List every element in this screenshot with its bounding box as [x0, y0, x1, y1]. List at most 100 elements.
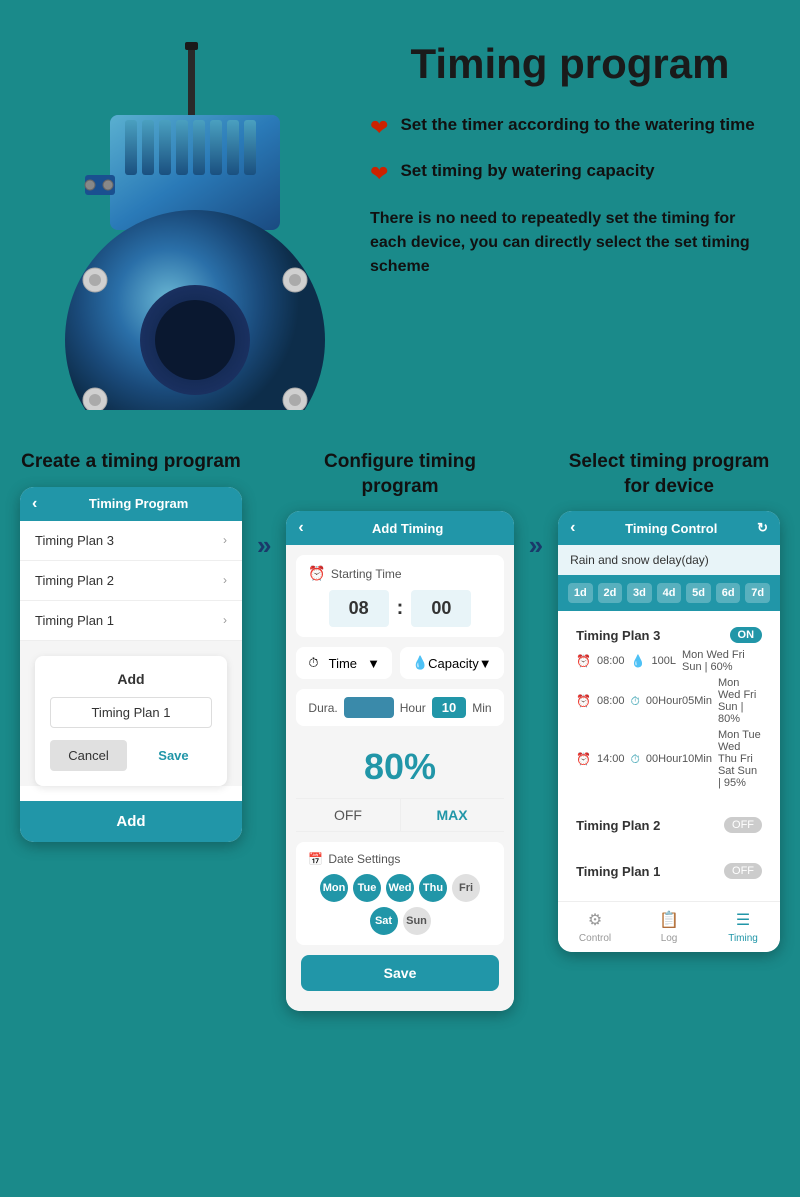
entry-days-3: Mon Tue Wed Thu Fri Sat Sun | 95% — [718, 729, 762, 789]
double-arrow-2: » — [529, 530, 543, 561]
delay-5d[interactable]: 5d — [686, 583, 711, 603]
day-sat[interactable]: Sat — [370, 907, 398, 935]
day-sun[interactable]: Sun — [403, 907, 431, 935]
entry-clock-3: ⏰ — [576, 752, 591, 766]
phone-2-header: ‹ Add Timing — [286, 511, 513, 545]
nav-timing-label: Timing — [728, 933, 758, 944]
day-thu[interactable]: Thu — [419, 874, 447, 902]
timing-plan-3-item: Timing Plan 3 ON ⏰ 08:00 💧 100L Mon Wed … — [566, 619, 772, 801]
rain-delay-bar: Rain and snow delay(day) — [558, 545, 780, 575]
add-dialog-buttons: Cancel Save — [50, 740, 212, 771]
delay-2d[interactable]: 2d — [598, 583, 623, 603]
nav-control[interactable]: ⚙ Control — [558, 910, 632, 944]
date-settings-section: 📅 Date Settings Mon Tue Wed Thu Fri Sat … — [296, 842, 503, 945]
plan-2-toggle[interactable]: OFF — [724, 817, 762, 833]
mode-capacity-label: Capacity — [428, 656, 479, 671]
entry-days-2: Mon Wed Fri Sun | 80% — [718, 677, 762, 725]
minute-box[interactable]: 00 — [411, 590, 471, 627]
off-max-row: OFF MAX — [296, 798, 503, 832]
plan-3-entry-1: ⏰ 08:00 💧 100L Mon Wed Fri Sun | 60% — [576, 649, 762, 673]
mode-time-select[interactable]: ⏱ Time ▼ — [296, 647, 392, 679]
plan-1-header: Timing Plan 1 OFF — [576, 863, 762, 879]
hour-label: Hour — [400, 701, 426, 715]
entry-cap-3: ⏱ — [631, 752, 640, 767]
delay-3d[interactable]: 3d — [627, 583, 652, 603]
nav-log[interactable]: 📋 Log — [632, 910, 706, 944]
entry-clock-1: ⏰ — [576, 654, 591, 668]
right-content: Timing program ❤ Set the timer according… — [350, 30, 770, 279]
bullet-item-1: ❤ Set the timer according to the waterin… — [370, 113, 770, 141]
entry-time-2: 08:00 — [597, 695, 625, 707]
delay-1d[interactable]: 1d — [568, 583, 593, 603]
back-arrow-3[interactable]: ‹ — [570, 519, 575, 537]
day-wed[interactable]: Wed — [386, 874, 414, 902]
cancel-button[interactable]: Cancel — [50, 740, 127, 771]
percent-display: 80% — [296, 736, 503, 798]
arrow-2: » — [529, 450, 543, 561]
plan-3-entry-3: ⏰ 14:00 ⏱ 00Hour10Min Mon Tue Wed Thu Fr… — [576, 729, 762, 789]
heart-icon-2: ❤ — [370, 161, 388, 187]
entry-detail-1: 100L — [652, 655, 676, 667]
day-mon[interactable]: Mon — [320, 874, 348, 902]
day-fri[interactable]: Fri — [452, 874, 480, 902]
phone-1-header: ‹ Timing Program — [20, 487, 242, 521]
entry-days-1: Mon Wed Fri Sun | 60% — [682, 649, 762, 673]
delay-7d[interactable]: 7d — [745, 583, 770, 603]
dura-label: Dura. — [308, 701, 337, 715]
back-arrow-2[interactable]: ‹ — [298, 519, 303, 537]
bottom-section: Create a timing program ‹ Timing Program… — [0, 430, 800, 1041]
refresh-icon[interactable]: ↻ — [757, 520, 768, 536]
off-button[interactable]: OFF — [296, 799, 400, 831]
mode-time-icon: ⏱ — [308, 655, 318, 671]
nav-timing[interactable]: ☰ Timing — [706, 910, 780, 944]
calendar-icon: 📅 — [308, 852, 323, 866]
list-item-3[interactable]: Timing Plan 1 › — [20, 601, 242, 641]
nav-control-label: Control — [579, 933, 611, 944]
plan-2-name: Timing Plan 2 — [576, 818, 660, 833]
list-item-2[interactable]: Timing Plan 2 › — [20, 561, 242, 601]
save-timing-button[interactable]: Save — [301, 955, 498, 991]
nav-log-label: Log — [661, 933, 678, 944]
mode-capacity-select[interactable]: 💧 Capacity ▼ — [400, 647, 504, 679]
dura-value[interactable] — [344, 697, 394, 718]
device-image — [30, 30, 350, 410]
add-dialog-input[interactable] — [50, 697, 212, 728]
add-bottom-button[interactable]: Add — [20, 801, 242, 842]
list-item-1-label: Timing Plan 3 — [35, 533, 114, 548]
phone-3-title: Timing Control — [585, 521, 757, 536]
delay-6d[interactable]: 6d — [716, 583, 741, 603]
phone-3-mockup: ‹ Timing Control ↻ Rain and snow delay(d… — [558, 511, 780, 952]
day-tue[interactable]: Tue — [353, 874, 381, 902]
clock-icon: ⏰ — [308, 565, 325, 582]
arrow-1: » — [257, 450, 271, 561]
plan-1-toggle[interactable]: OFF — [724, 863, 762, 879]
step-2-title: Configure timing program — [286, 450, 513, 499]
top-section: Timing program ❤ Set the timer according… — [0, 0, 800, 430]
hour-box[interactable]: 08 — [329, 590, 389, 627]
entry-time-3: 14:00 — [597, 753, 625, 765]
step-3-col: Select timing program for device ‹ Timin… — [558, 450, 780, 952]
max-button[interactable]: MAX — [401, 799, 504, 831]
entry-cap-2: ⏱ — [631, 694, 640, 709]
save-button[interactable]: Save — [135, 740, 212, 771]
mode-time-chevron: ▼ — [367, 656, 380, 671]
bullet-item-2: ❤ Set timing by watering capacity — [370, 159, 770, 187]
plan-3-name: Timing Plan 3 — [576, 628, 660, 643]
time-display: 08 : 00 — [308, 590, 491, 627]
timing-plan-2-item: Timing Plan 2 OFF — [566, 809, 772, 847]
delay-4d[interactable]: 4d — [657, 583, 682, 603]
date-settings-label: 📅 Date Settings — [308, 852, 491, 866]
plan-2-header: Timing Plan 2 OFF — [576, 817, 762, 833]
double-arrow-1: » — [257, 530, 271, 561]
list-item-1[interactable]: Timing Plan 3 › — [20, 521, 242, 561]
back-arrow-1[interactable]: ‹ — [32, 495, 37, 513]
plan-3-header: Timing Plan 3 ON — [576, 627, 762, 643]
chevron-icon-2: › — [223, 573, 227, 587]
page-title: Timing program — [370, 40, 770, 88]
mode-row: ⏱ Time ▼ 💧 Capacity ▼ — [296, 647, 503, 679]
plan-3-toggle[interactable]: ON — [730, 627, 763, 643]
phone-3-body: Rain and snow delay(day) 1d 2d 3d 4d 5d … — [558, 545, 780, 952]
entry-clock-2: ⏰ — [576, 694, 591, 708]
dura-min-value[interactable]: 10 — [432, 697, 466, 718]
delay-days-row: 1d 2d 3d 4d 5d 6d 7d — [558, 575, 780, 611]
